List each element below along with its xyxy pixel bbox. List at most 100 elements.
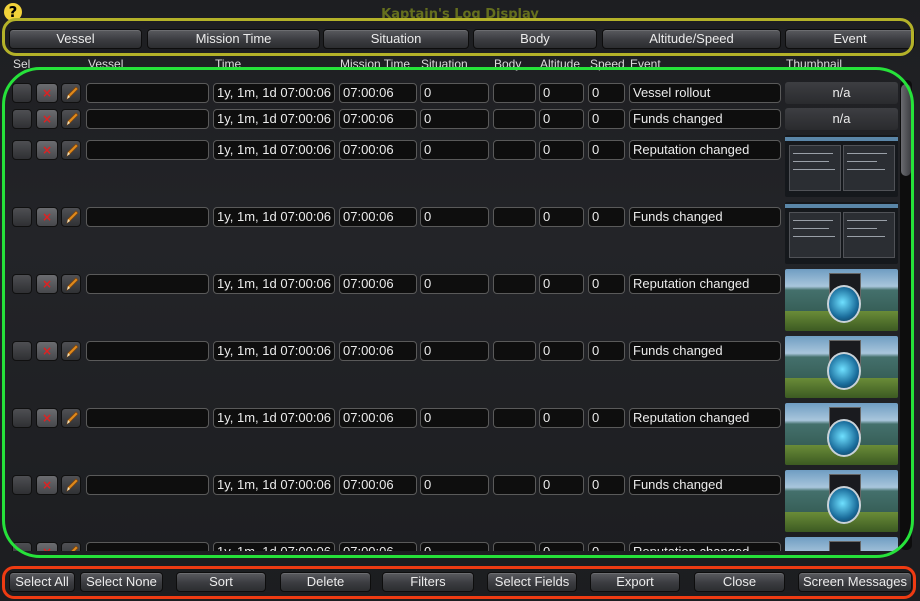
delete-row-icon[interactable]: × <box>36 475 58 495</box>
body-field[interactable] <box>493 341 536 361</box>
altitude-field[interactable]: 0 <box>539 341 584 361</box>
mission-time-field[interactable]: 07:00:06 <box>339 475 417 495</box>
time-field[interactable]: 1y, 1m, 1d 07:00:06 <box>213 109 335 129</box>
vessel-field[interactable] <box>86 207 209 227</box>
mission-time-field[interactable]: 07:00:06 <box>339 274 417 294</box>
delete-row-icon[interactable]: × <box>36 542 58 551</box>
event-field[interactable]: Vessel rollout <box>629 83 781 103</box>
altitude-field[interactable]: 0 <box>539 109 584 129</box>
thumbnail-image[interactable] <box>785 202 898 264</box>
vessel-field[interactable] <box>86 542 209 551</box>
altitude-field[interactable]: 0 <box>539 408 584 428</box>
body-field[interactable] <box>493 408 536 428</box>
speed-field[interactable]: 0 <box>588 83 625 103</box>
mission-time-field[interactable]: 07:00:06 <box>339 408 417 428</box>
body-field[interactable] <box>493 83 536 103</box>
thumbnail-image[interactable] <box>785 470 898 532</box>
situation-field[interactable]: 0 <box>420 109 489 129</box>
body-field[interactable] <box>493 207 536 227</box>
select-fields-button[interactable]: Select Fields <box>487 572 577 592</box>
altitude-field[interactable]: 0 <box>539 542 584 551</box>
body-field[interactable] <box>493 109 536 129</box>
edit-pencil-icon[interactable] <box>61 408 81 428</box>
vessel-field[interactable] <box>86 83 209 103</box>
select-checkbox[interactable] <box>12 408 32 428</box>
time-field[interactable]: 1y, 1m, 1d 07:00:06 <box>213 140 335 160</box>
time-field[interactable]: 1y, 1m, 1d 07:00:06 <box>213 207 335 227</box>
thumbnail-image[interactable] <box>785 135 898 197</box>
altitude-field[interactable]: 0 <box>539 274 584 294</box>
select-checkbox[interactable] <box>12 140 32 160</box>
situation-field[interactable]: 0 <box>420 274 489 294</box>
select-checkbox[interactable] <box>12 341 32 361</box>
mission-time-field[interactable]: 07:00:06 <box>339 542 417 551</box>
altitude-field[interactable]: 0 <box>539 140 584 160</box>
event-field[interactable]: Funds changed <box>629 109 781 129</box>
vertical-scrollbar[interactable] <box>900 80 912 550</box>
event-field[interactable]: Funds changed <box>629 475 781 495</box>
thumbnail-image[interactable] <box>785 336 898 398</box>
delete-row-icon[interactable]: × <box>36 274 58 294</box>
body-field[interactable] <box>493 140 536 160</box>
altitude-field[interactable]: 0 <box>539 207 584 227</box>
vessel-field[interactable] <box>86 109 209 129</box>
delete-button[interactable]: Delete <box>280 572 371 592</box>
time-field[interactable]: 1y, 1m, 1d 07:00:06 <box>213 83 335 103</box>
vessel-field[interactable] <box>86 274 209 294</box>
delete-row-icon[interactable]: × <box>36 207 58 227</box>
thumbnail-image[interactable] <box>785 269 898 331</box>
delete-row-icon[interactable]: × <box>36 140 58 160</box>
mission-time-field[interactable]: 07:00:06 <box>339 341 417 361</box>
vessel-field[interactable] <box>86 341 209 361</box>
event-field[interactable]: Reputation changed <box>629 542 781 551</box>
speed-field[interactable]: 0 <box>588 542 625 551</box>
delete-row-icon[interactable]: × <box>36 83 58 103</box>
select-checkbox[interactable] <box>12 542 32 551</box>
time-field[interactable]: 1y, 1m, 1d 07:00:06 <box>213 542 335 551</box>
speed-field[interactable]: 0 <box>588 109 625 129</box>
altitude-field[interactable]: 0 <box>539 475 584 495</box>
situation-field[interactable]: 0 <box>420 83 489 103</box>
export-button[interactable]: Export <box>590 572 680 592</box>
close-button[interactable]: Close <box>694 572 785 592</box>
body-field[interactable] <box>493 274 536 294</box>
speed-field[interactable]: 0 <box>588 274 625 294</box>
select-checkbox[interactable] <box>12 83 32 103</box>
edit-pencil-icon[interactable] <box>61 542 81 551</box>
edit-pencil-icon[interactable] <box>61 140 81 160</box>
speed-field[interactable]: 0 <box>588 140 625 160</box>
situation-field[interactable]: 0 <box>420 475 489 495</box>
edit-pencil-icon[interactable] <box>61 341 81 361</box>
edit-pencil-icon[interactable] <box>61 109 81 129</box>
select-checkbox[interactable] <box>12 109 32 129</box>
edit-pencil-icon[interactable] <box>61 83 81 103</box>
situation-field[interactable]: 0 <box>420 341 489 361</box>
situation-field[interactable]: 0 <box>420 408 489 428</box>
situation-field[interactable]: 0 <box>420 140 489 160</box>
delete-row-icon[interactable]: × <box>36 109 58 129</box>
delete-row-icon[interactable]: × <box>36 341 58 361</box>
edit-pencil-icon[interactable] <box>61 475 81 495</box>
vessel-field[interactable] <box>86 140 209 160</box>
edit-pencil-icon[interactable] <box>61 274 81 294</box>
time-field[interactable]: 1y, 1m, 1d 07:00:06 <box>213 475 335 495</box>
speed-field[interactable]: 0 <box>588 207 625 227</box>
select-checkbox[interactable] <box>12 207 32 227</box>
event-field[interactable]: Reputation changed <box>629 408 781 428</box>
sort-button[interactable]: Sort <box>176 572 266 592</box>
speed-field[interactable]: 0 <box>588 475 625 495</box>
mission-time-field[interactable]: 07:00:06 <box>339 109 417 129</box>
event-field[interactable]: Funds changed <box>629 207 781 227</box>
event-field[interactable]: Reputation changed <box>629 140 781 160</box>
select-checkbox[interactable] <box>12 274 32 294</box>
time-field[interactable]: 1y, 1m, 1d 07:00:06 <box>213 274 335 294</box>
body-field[interactable] <box>493 475 536 495</box>
body-field[interactable] <box>493 542 536 551</box>
mission-time-field[interactable]: 07:00:06 <box>339 140 417 160</box>
time-field[interactable]: 1y, 1m, 1d 07:00:06 <box>213 408 335 428</box>
vessel-field[interactable] <box>86 408 209 428</box>
thumbnail-image[interactable] <box>785 537 898 551</box>
event-field[interactable]: Reputation changed <box>629 274 781 294</box>
situation-field[interactable]: 0 <box>420 542 489 551</box>
vessel-field[interactable] <box>86 475 209 495</box>
